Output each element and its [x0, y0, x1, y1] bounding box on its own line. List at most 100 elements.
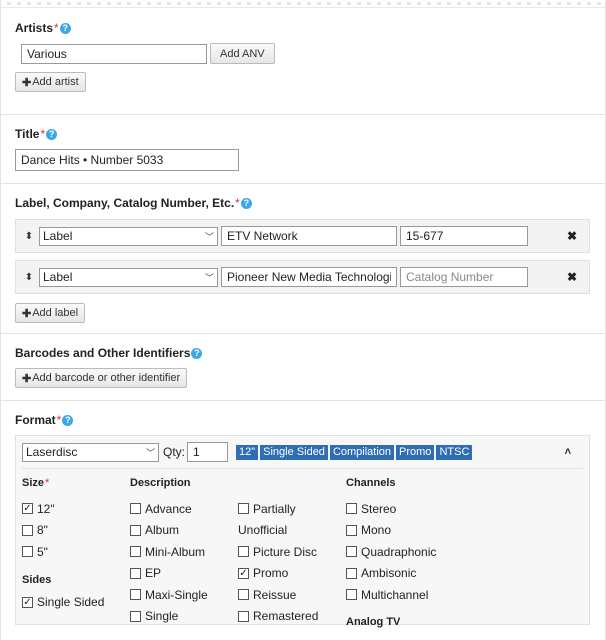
checkbox[interactable]: ✓: [22, 503, 33, 515]
qty-label: Qty:: [163, 445, 186, 459]
checkbox-label: Mini-Album: [145, 544, 206, 559]
help-icon[interactable]: ?: [240, 197, 252, 209]
title-section: Title *?: [1, 115, 605, 184]
checkbox[interactable]: [238, 546, 249, 558]
drag-handle-icon[interactable]: ⬍: [22, 231, 36, 242]
checkbox-mono[interactable]: Mono: [346, 520, 486, 542]
labels-heading: Label, Company, Catalog Number, Etc. *?: [15, 196, 591, 210]
required-mark: *: [235, 196, 240, 210]
checkbox[interactable]: [238, 503, 249, 515]
checkbox-single[interactable]: Single: [130, 606, 238, 628]
checkbox[interactable]: [130, 589, 141, 601]
checkbox-size-8[interactable]: 8": [22, 520, 130, 542]
remove-label-icon[interactable]: ✖: [567, 270, 577, 284]
checkbox-label: 12": [37, 501, 55, 516]
description-column-1: Description Advance Album Mini-Album EP …: [130, 477, 238, 637]
checkbox-single-sided[interactable]: ✓ Single Sided: [22, 592, 130, 614]
remove-label-icon[interactable]: ✖: [567, 229, 577, 243]
help-icon[interactable]: ?: [59, 22, 71, 34]
checkbox-remastered[interactable]: Remastered: [238, 606, 346, 628]
checkbox-label: Multichannel: [361, 587, 429, 602]
checkbox-quadraphonic[interactable]: Quadraphonic: [346, 541, 486, 563]
checkbox-partially-unofficial[interactable]: Partially: [238, 498, 346, 520]
artists-section: Artists*? Add ANV ✚Add artist: [1, 8, 605, 115]
checkbox-label: Maxi-Single: [145, 587, 208, 602]
checkbox[interactable]: [346, 567, 357, 579]
title-label: Title: [15, 127, 40, 141]
drag-handle-icon[interactable]: ⬍: [22, 272, 36, 283]
required-mark: *: [45, 477, 50, 489]
checkbox[interactable]: ✓: [22, 596, 33, 608]
checkbox-picture-disc[interactable]: Picture Disc: [238, 541, 346, 563]
checkbox-reissue[interactable]: Reissue: [238, 584, 346, 606]
title-heading: Title *?: [15, 127, 591, 141]
checkbox[interactable]: ✓: [238, 567, 249, 579]
label-type-select[interactable]: Label ﹀: [39, 226, 218, 246]
help-icon[interactable]: ?: [46, 128, 58, 140]
release-form: Artists*? Add ANV ✚Add artist Title*? La…: [0, 0, 606, 640]
checkbox-size-5[interactable]: 5": [22, 541, 130, 563]
checkbox[interactable]: [130, 546, 141, 558]
label-type-select[interactable]: Label ﹀: [39, 267, 218, 287]
checkbox[interactable]: [22, 546, 33, 558]
checkbox[interactable]: [130, 567, 141, 579]
label-row: ⬍ Label ﹀ ✖: [15, 219, 590, 253]
label-name-input[interactable]: [221, 226, 397, 246]
labels-title: Label, Company, Catalog Number, Etc.: [15, 196, 235, 210]
checkbox-multichannel[interactable]: Multichannel: [346, 584, 486, 606]
qty-input[interactable]: [187, 442, 229, 462]
checkbox-ambisonic[interactable]: Ambisonic: [346, 563, 486, 585]
add-anv-label: Add ANV: [220, 47, 265, 60]
checkbox-label: 5": [37, 544, 48, 559]
checkbox[interactable]: [346, 524, 357, 536]
checkbox[interactable]: [22, 524, 33, 536]
checkbox-size-12[interactable]: ✓ 12": [22, 498, 130, 520]
checkbox[interactable]: [346, 503, 357, 515]
format-options: Size* ✓ 12" 8" 5" Sides ✓ Single Sided Des…: [22, 469, 583, 637]
artist-input[interactable]: [21, 43, 207, 64]
description-column-2: Partially Unofficial Picture Disc ✓ Promo…: [238, 477, 346, 637]
add-anv-button[interactable]: Add ANV: [210, 43, 275, 64]
checkbox[interactable]: [346, 589, 357, 601]
collapse-icon[interactable]: ˄: [565, 446, 571, 458]
checkbox-promo[interactable]: ✓ Promo: [238, 563, 346, 585]
chevron-down-icon: ﹀: [145, 447, 155, 458]
catalog-number-input[interactable]: [400, 226, 528, 246]
checkbox[interactable]: [346, 546, 357, 558]
add-artist-button[interactable]: ✚ Add artist: [15, 72, 86, 92]
label-name-input[interactable]: [221, 267, 397, 287]
catalog-number-input[interactable]: [400, 267, 528, 287]
checkbox-stereo[interactable]: Stereo: [346, 498, 486, 520]
label-type-value: Label: [43, 229, 73, 243]
help-icon[interactable]: ?: [62, 414, 74, 426]
required-mark: *: [56, 413, 62, 427]
checkbox[interactable]: [238, 589, 249, 601]
barcodes-title: Barcodes and Other Identifiers: [15, 346, 191, 360]
description-heading: Description: [130, 477, 191, 489]
checkbox-label: Advance: [145, 501, 192, 516]
checkbox-maxi-single[interactable]: Maxi-Single: [130, 584, 238, 606]
checkbox[interactable]: [130, 524, 141, 536]
size-title: Size: [22, 477, 45, 489]
checkbox-label: Mono: [361, 523, 392, 538]
checkbox-album[interactable]: Album: [130, 520, 238, 542]
checkbox-label: Album: [145, 523, 180, 538]
checkbox-advance[interactable]: Advance: [130, 498, 238, 520]
format-media-select[interactable]: Laserdisc ﹀: [22, 442, 159, 462]
checkbox[interactable]: [130, 610, 141, 622]
checkbox-ep[interactable]: EP: [130, 563, 238, 585]
sides-heading: Sides: [22, 573, 52, 586]
format-tag: Compilation: [329, 444, 395, 460]
checkbox[interactable]: [130, 503, 141, 515]
add-label-button[interactable]: ✚ Add label: [15, 303, 86, 323]
checkbox[interactable]: [238, 610, 249, 622]
checkbox-mini-album[interactable]: Mini-Album: [130, 541, 238, 563]
add-barcode-label: Add barcode or other identifier: [32, 372, 181, 384]
add-barcode-button[interactable]: ✚ Add barcode or other identifier: [15, 368, 188, 388]
required-mark: *: [54, 21, 59, 35]
barcodes-heading: Barcodes and Other Identifiers?: [15, 346, 591, 360]
help-icon[interactable]: ?: [191, 347, 203, 359]
format-media-value: Laserdisc: [26, 445, 78, 459]
title-input[interactable]: [15, 149, 239, 171]
